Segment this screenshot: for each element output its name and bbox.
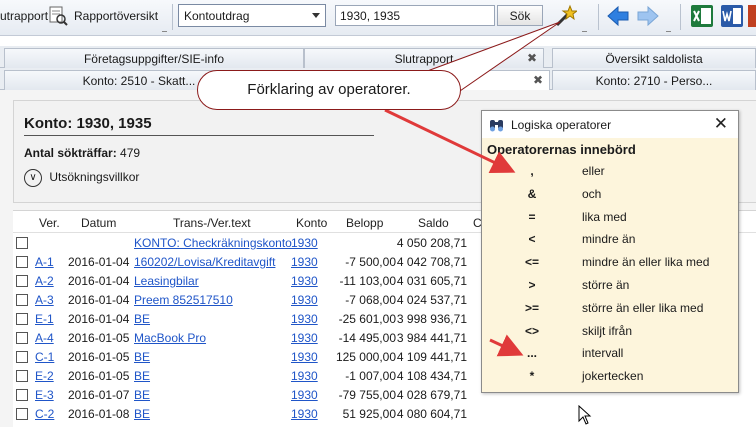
callout-bubble: Förklaring av operatorer.	[197, 70, 461, 110]
annotation-arrows	[384, 21, 561, 357]
annotation-arrow	[489, 334, 524, 357]
mouse-cursor-icon	[578, 405, 592, 425]
annotation-arrow	[384, 108, 516, 174]
